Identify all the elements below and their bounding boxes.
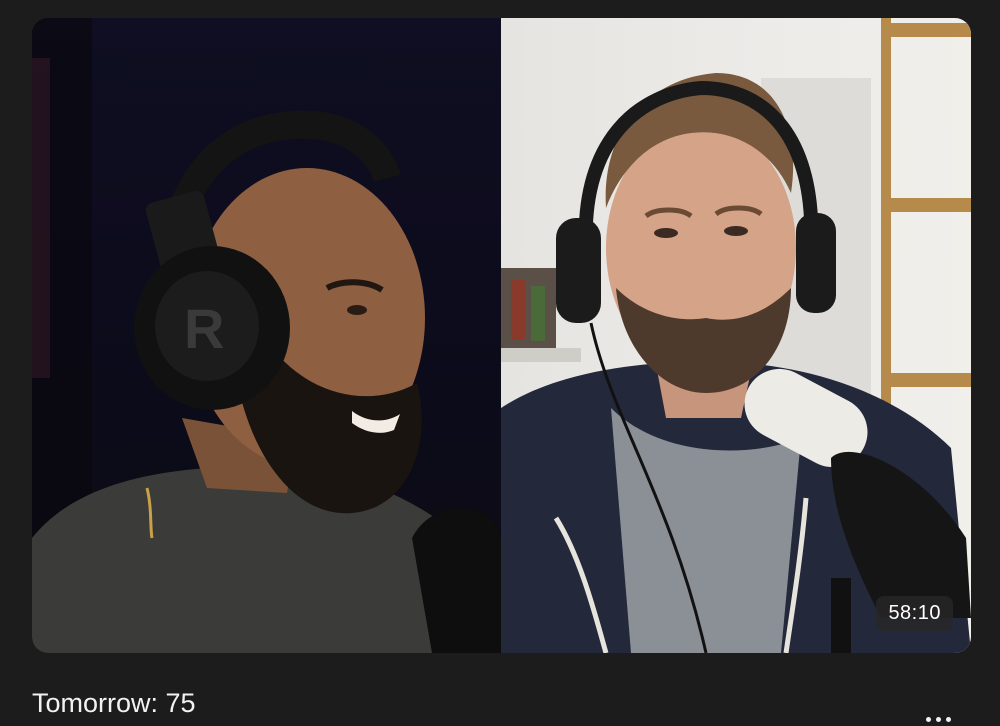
- right-guest-illustration: [501, 18, 971, 653]
- thumbnail-right-panel: [501, 18, 971, 653]
- video-thumbnail[interactable]: R 58:10: [32, 18, 971, 653]
- more-options-button[interactable]: [920, 700, 956, 726]
- duration-badge: 58:10: [876, 596, 953, 631]
- left-host-illustration: R: [32, 18, 501, 653]
- thumbnail-left-panel: R: [32, 18, 501, 653]
- svg-text:R: R: [184, 297, 224, 360]
- more-horizontal-icon: [925, 717, 951, 722]
- video-title[interactable]: Tomorrow: 75: [32, 688, 196, 719]
